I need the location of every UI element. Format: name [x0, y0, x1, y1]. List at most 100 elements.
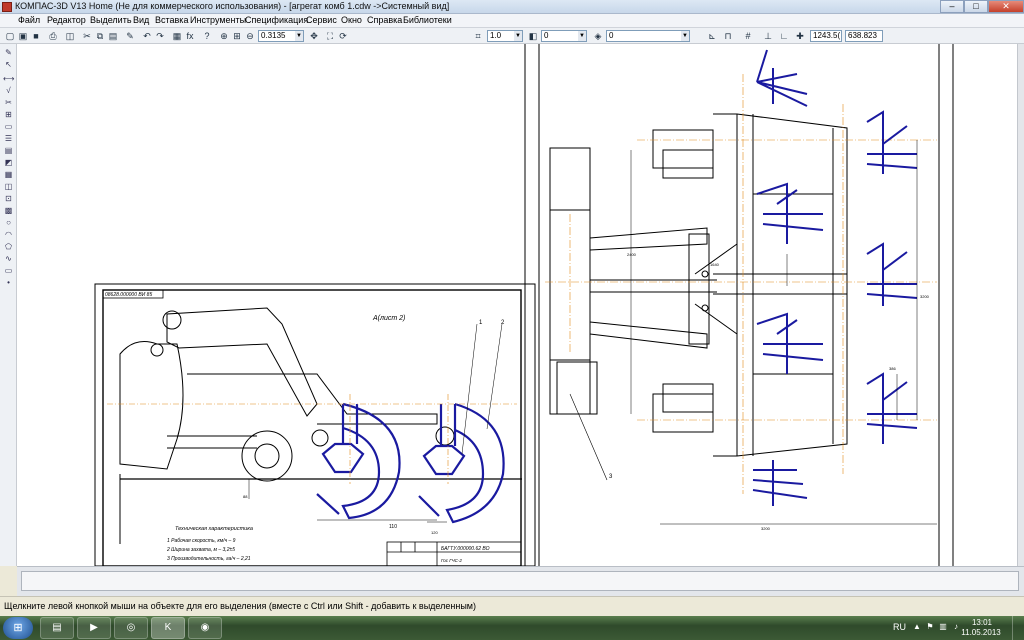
kompas-icon[interactable]: K [151, 617, 185, 639]
measure-icon[interactable]: ▭ [3, 122, 14, 132]
coord-x-field[interactable]: 1243.5( [810, 30, 842, 42]
symbols-icon[interactable]: √ [3, 86, 14, 96]
close-button[interactable]: ✕ [988, 0, 1024, 13]
layer-icon[interactable]: ◧ [527, 30, 539, 42]
zoom-window-icon[interactable]: ⊞ [231, 30, 243, 42]
dimensions-icon[interactable]: ⟷ [3, 74, 14, 84]
parametrize-icon[interactable]: ⊞ [3, 110, 14, 120]
local-cs-icon[interactable]: ⊥ [762, 30, 774, 42]
grid-icon[interactable]: # [742, 30, 754, 42]
flag-icon[interactable]: ⚑ [925, 622, 935, 632]
show-all-icon[interactable]: ⛶ [324, 30, 336, 42]
chevron-down-icon[interactable]: ▼ [681, 31, 689, 41]
select-icon[interactable]: ↖ [3, 60, 14, 70]
characteristic-line: 1 Рабочая скорость, км/ч – 9 [167, 538, 236, 544]
help-pointer-icon[interactable]: ? [201, 30, 213, 42]
spline-tool-icon[interactable]: ∿ [3, 254, 14, 264]
callout-leader [569, 393, 608, 481]
cut-icon[interactable]: ✂ [81, 30, 93, 42]
windows-orb-icon[interactable]: ⊞ [3, 617, 33, 639]
snap-icon[interactable]: ⌗ [472, 30, 484, 42]
vertical-scrollbar[interactable] [1017, 44, 1024, 566]
clock-time[interactable]: 13:01 [962, 618, 1002, 627]
menu-service[interactable]: Сервис [306, 15, 337, 25]
property-field[interactable] [21, 571, 1019, 591]
menu-tools[interactable]: Инструменты [190, 15, 246, 25]
print-icon[interactable]: ⎙ [47, 30, 59, 42]
chevron-down-icon[interactable]: ▼ [295, 31, 303, 41]
refresh-icon[interactable]: ⟳ [337, 30, 349, 42]
menu-select[interactable]: Выделить [90, 15, 132, 25]
open-icon[interactable]: ▣ [17, 30, 29, 42]
menu-view[interactable]: Вид [133, 15, 149, 25]
preview-icon[interactable]: ◫ [64, 30, 76, 42]
zoom-out-icon[interactable]: ⊖ [244, 30, 256, 42]
chevron-down-icon[interactable]: ▼ [578, 31, 586, 41]
menu-libraries[interactable]: Библиотеки [403, 15, 452, 25]
geometry-icon[interactable]: ✎ [3, 48, 14, 58]
show-desktop-button[interactable] [1012, 616, 1024, 640]
minimize-button[interactable]: – [940, 0, 964, 13]
left-sheet-outer-frame [94, 283, 536, 566]
tray-expand-icon[interactable]: ▲ [912, 622, 922, 632]
variables-icon[interactable]: fx [184, 30, 196, 42]
polygon-tool-icon[interactable]: ⬠ [3, 242, 14, 252]
menu-specification[interactable]: Спецификация [245, 15, 308, 25]
cursor-coord-icon[interactable]: ✚ [794, 30, 806, 42]
app-icon[interactable]: ◉ [188, 617, 222, 639]
new-document-icon[interactable]: ▢ [4, 30, 16, 42]
circle-tool-icon[interactable]: ○ [3, 218, 14, 228]
coord-y-field[interactable]: 638.823 [845, 30, 883, 42]
pan-icon[interactable]: ✥ [308, 30, 320, 42]
manager-icon[interactable]: ▦ [171, 30, 183, 42]
round-icon[interactable]: ∟ [778, 30, 790, 42]
copy-icon[interactable]: ⧉ [94, 30, 106, 42]
layer-combo[interactable]: 0 ▼ [541, 30, 587, 42]
callout-3: 3 [609, 474, 613, 480]
characteristic-line: 2 Ширина захвата, м – 3,2±5 [166, 547, 235, 553]
line-scale-combo[interactable]: 1.0 ▼ [487, 30, 523, 42]
maximize-button[interactable]: □ [964, 0, 988, 13]
style-icon[interactable]: ◈ [592, 30, 604, 42]
properties-icon[interactable]: ✎ [124, 30, 136, 42]
chevron-down-icon[interactable]: ▼ [514, 31, 522, 41]
chrome-icon[interactable]: ◎ [114, 617, 148, 639]
redo-icon[interactable]: ↷ [154, 30, 166, 42]
insert-icon[interactable]: ◩ [3, 158, 14, 168]
magnet-icon[interactable]: ⊓ [722, 30, 734, 42]
dimension-label: 1640 [710, 262, 720, 267]
hatch-icon[interactable]: ▩ [3, 206, 14, 216]
section-icon[interactable]: ⊡ [3, 194, 14, 204]
edit-icon[interactable]: ✂ [3, 98, 14, 108]
spec-icon[interactable]: ☰ [3, 134, 14, 144]
menu-file[interactable]: Файл [18, 15, 40, 25]
zoom-combo[interactable]: 0.3135 ▼ [258, 30, 304, 42]
undo-icon[interactable]: ↶ [141, 30, 153, 42]
reports-icon[interactable]: ▤ [3, 146, 14, 156]
ortho-icon[interactable]: ⊾ [706, 30, 718, 42]
clock-date[interactable]: 11.05.2013 [955, 628, 1007, 637]
dimension-label: 2400 [627, 252, 637, 257]
menu-insert[interactable]: Вставка [155, 15, 188, 25]
network-icon[interactable]: ▥ [938, 622, 948, 632]
language-indicator[interactable]: RU [893, 622, 906, 632]
save-icon[interactable]: ■ [30, 30, 42, 42]
folder-icon[interactable]: ▤ [40, 617, 74, 639]
drawing-canvas[interactable]: 08628.000000 ВИ 85 88 110 120 А(лист 2) … [17, 44, 1017, 566]
style-combo[interactable]: 0 ▼ [606, 30, 690, 42]
zoom-in-icon[interactable]: ⊕ [218, 30, 230, 42]
dimension-label: 110 [389, 524, 397, 530]
kompas-app-icon[interactable] [2, 2, 12, 12]
left-sheet-inner-frame [102, 289, 522, 566]
paste-icon[interactable]: ▤ [107, 30, 119, 42]
menu-help[interactable]: Справка [367, 15, 402, 25]
media-player-icon[interactable]: ▶ [77, 617, 111, 639]
rectangle-tool-icon[interactable]: ▭ [3, 266, 14, 276]
view-icon[interactable]: ◫ [3, 182, 14, 192]
tractor-outline [549, 147, 717, 415]
fragment-icon[interactable]: ▦ [3, 170, 14, 180]
menu-window[interactable]: Окно [341, 15, 362, 25]
arc-tool-icon[interactable]: ◠ [3, 230, 14, 240]
menu-editor[interactable]: Редактор [47, 15, 86, 25]
point-tool-icon[interactable]: • [3, 278, 14, 288]
